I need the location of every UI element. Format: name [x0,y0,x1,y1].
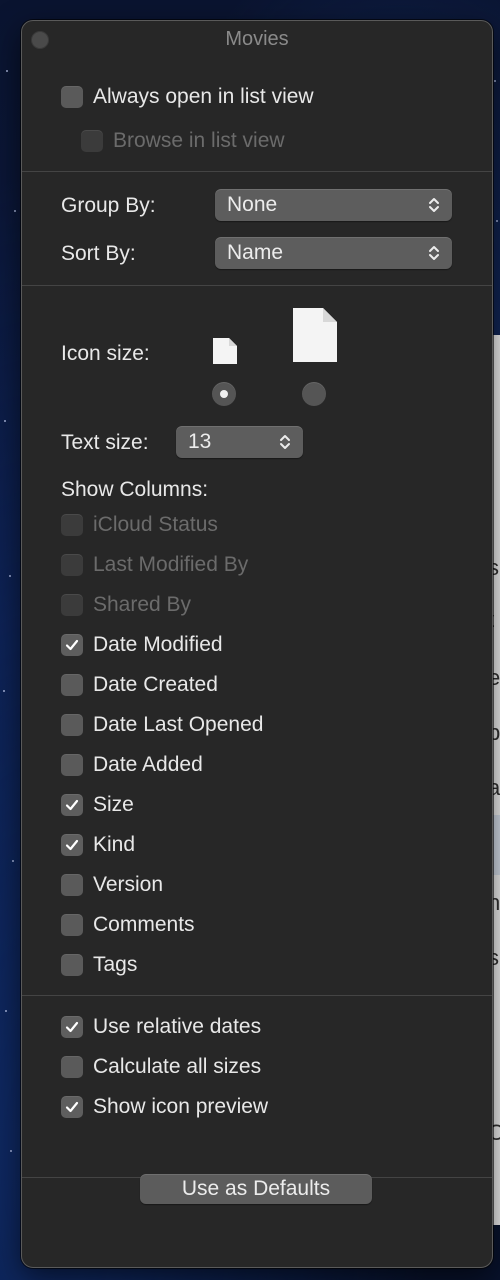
checkbox-row[interactable]: Comments [61,913,195,937]
checkbox-label: Version [93,873,164,896]
checkmark-icon [65,1101,79,1113]
checkbox-label: Kind [93,833,136,856]
checkbox-row[interactable]: Use relative dates [61,1015,261,1039]
sort-by-label: Sort By: [61,242,136,265]
checkbox-label: Last Modified By [93,553,249,576]
checkbox-row[interactable]: Size [61,793,134,817]
checkbox [61,594,83,616]
checkbox-row[interactable]: Date Created [61,673,218,697]
checkbox-label: Shared By [93,593,192,616]
updown-chevron-icon [280,435,290,449]
checkbox[interactable] [61,914,83,936]
icon-size-label: Icon size: [61,342,150,365]
checkbox-row: Shared By [61,593,191,617]
option-always-open-list-view[interactable]: Always open in list view [61,85,314,109]
checkbox-row[interactable]: Version [61,873,163,897]
checkbox-row[interactable]: Kind [61,833,135,857]
checkbox-row[interactable]: Date Last Opened [61,713,263,737]
checkbox [81,130,103,152]
checkbox-label: Comments [93,913,195,936]
checkbox-label: Show icon preview [93,1095,269,1118]
checkbox-checked[interactable] [61,1016,83,1038]
checkbox-label: Always open in list view [93,85,314,108]
checkbox[interactable] [61,954,83,976]
checkbox-row: Last Modified By [61,553,248,577]
checkbox[interactable] [61,1056,83,1078]
checkbox-label: Use relative dates [93,1015,262,1038]
titlebar: Movies [22,21,492,57]
checkmark-icon [65,1021,79,1033]
icon-size-large-radio[interactable] [302,382,326,406]
group-by-value: None [227,193,278,216]
group-by-label: Group By: [61,194,156,217]
checkmark-icon [65,799,79,811]
use-as-defaults-button[interactable]: Use as Defaults [140,1174,372,1204]
checkbox-row[interactable]: Date Added [61,753,203,777]
checkbox-row[interactable]: Date Modified [61,633,223,657]
checkbox[interactable] [61,86,83,108]
radio-selected-dot [220,390,228,398]
checkbox-row[interactable]: Tags [61,953,137,977]
checkbox-label: iCloud Status [93,513,218,536]
checkbox[interactable] [61,674,83,696]
checkbox-label: Date Created [93,673,218,696]
icon-size-small-radio[interactable] [212,382,236,406]
small-document-icon [213,338,237,364]
text-size-select[interactable]: 13 [176,426,303,458]
checkbox-label: Date Last Opened [93,713,264,736]
checkbox [61,554,83,576]
text-size-value: 13 [188,430,212,453]
checkbox-label: Calculate all sizes [93,1055,262,1078]
checkbox-checked[interactable] [61,634,83,656]
updown-chevron-icon [429,246,439,260]
sort-by-select[interactable]: Name [215,237,452,269]
checkbox-checked[interactable] [61,1096,83,1118]
divider [22,995,492,996]
checkbox [61,514,83,536]
checkbox-label: Browse in list view [113,129,285,152]
window-title: Movies [225,28,289,50]
text-size-label: Text size: [61,431,149,454]
checkbox-label: Date Modified [93,633,223,656]
divider [22,285,492,286]
checkbox[interactable] [61,714,83,736]
option-browse-list-view: Browse in list view [81,129,285,153]
show-columns-label: Show Columns: [61,478,209,501]
checkbox[interactable] [61,874,83,896]
checkbox-checked[interactable] [61,834,83,856]
updown-chevron-icon [429,198,439,212]
checkbox-row: iCloud Status [61,513,218,537]
checkbox-row[interactable]: Show icon preview [61,1095,268,1119]
checkbox-label: Tags [93,953,138,976]
checkbox-row[interactable]: Calculate all sizes [61,1055,261,1079]
view-options-panel: Movies Always open in list view Browse i… [21,20,493,1268]
checkmark-icon [65,639,79,651]
sort-by-value: Name [227,241,284,264]
large-document-icon [293,308,337,362]
divider [22,171,492,172]
checkbox-label: Size [93,793,134,816]
group-by-select[interactable]: None [215,189,452,221]
checkbox[interactable] [61,754,83,776]
checkbox-label: Date Added [93,753,203,776]
checkmark-icon [65,839,79,851]
checkbox-checked[interactable] [61,794,83,816]
